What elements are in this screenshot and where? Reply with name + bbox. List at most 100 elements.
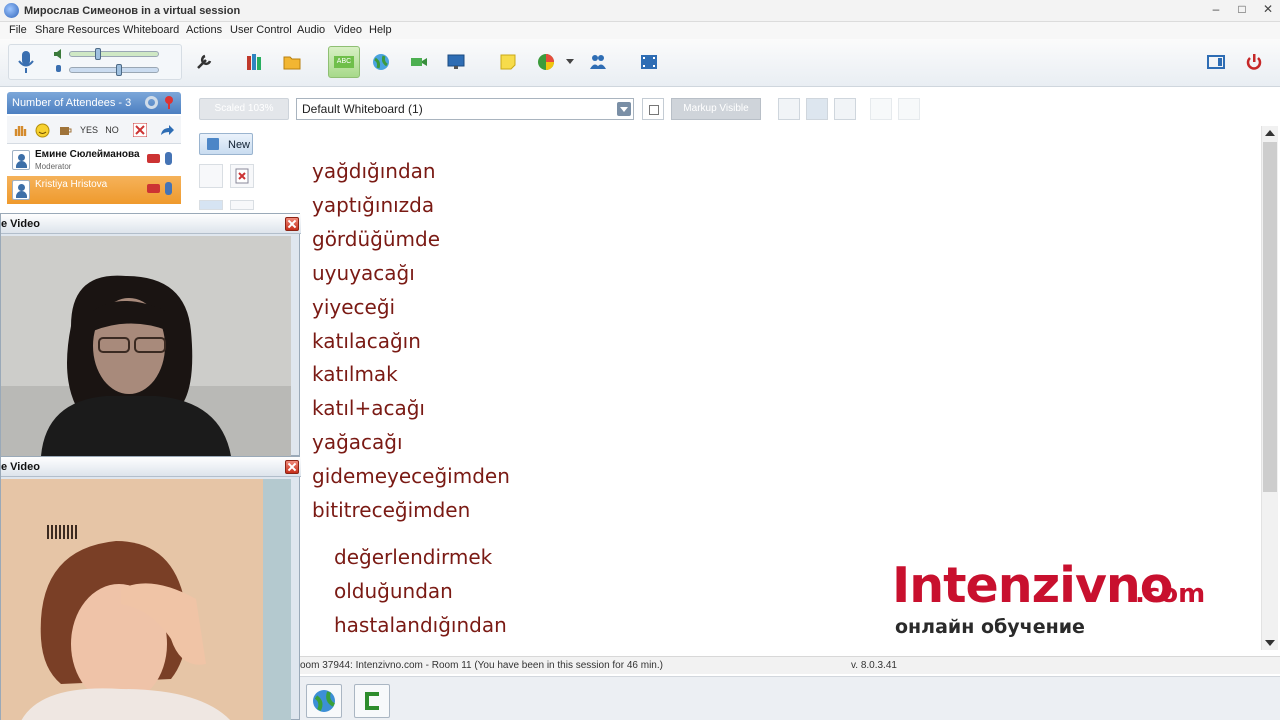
no-button[interactable]: NO <box>103 122 121 138</box>
scroll-thumb[interactable] <box>1263 142 1277 492</box>
smiley-icon[interactable] <box>33 122 51 138</box>
menu-help[interactable]: Help <box>369 24 392 36</box>
whiteboard-text: yağacağı <box>312 430 403 454</box>
fit-page-icon[interactable] <box>834 98 856 120</box>
raise-hand-icon[interactable] <box>11 122 29 138</box>
new-whiteboard-button[interactable]: New <box>199 133 253 155</box>
speaker-volume-knob[interactable] <box>95 48 101 60</box>
layout-button[interactable] <box>1200 46 1232 78</box>
delete-page-icon[interactable] <box>199 164 223 188</box>
chat-task[interactable] <box>354 684 390 718</box>
attendee-row[interactable]: Kristiya Hristova <box>7 176 181 204</box>
whiteboard-text: katılacağın <box>312 329 421 353</box>
whiteboard-scrollbar[interactable] <box>1261 126 1278 650</box>
clear-whiteboard-icon[interactable] <box>230 164 254 188</box>
brand-logo-text: Intenzivno <box>892 557 1173 614</box>
page-view-icon[interactable] <box>778 98 800 120</box>
arrow-forward-icon[interactable] <box>158 122 176 138</box>
session-status: oom 37944: Intenzivno.com - Room 11 (You… <box>300 660 663 671</box>
microphone-icon[interactable] <box>165 152 172 165</box>
menu-actions[interactable]: Actions <box>186 24 222 36</box>
scroll-down-icon[interactable] <box>1265 640 1275 646</box>
notes-button[interactable] <box>492 46 524 78</box>
camera-icon[interactable] <box>147 184 160 193</box>
video-button[interactable] <box>403 46 435 78</box>
microphone-icon[interactable] <box>17 50 35 76</box>
maximize-button[interactable]: □ <box>1229 0 1255 18</box>
video-window-title: e Video <box>1 461 40 473</box>
menu-audio[interactable]: Audio <box>297 24 325 36</box>
attendee-row[interactable]: Емине Сюлейманова Moderator <box>7 146 181 174</box>
brand-tagline: онлайн обучение <box>895 616 1085 638</box>
menu-video[interactable]: Video <box>334 24 362 36</box>
webcam-person-image <box>1 236 291 456</box>
whiteboard-select[interactable]: Default Whiteboard (1) <box>296 98 634 120</box>
menu-file[interactable]: File <box>9 24 27 36</box>
menu-whiteboard[interactable]: Whiteboard <box>123 24 179 36</box>
fit-width-icon[interactable] <box>806 98 828 120</box>
markup-visible-button[interactable]: Markup Visible <box>671 98 761 120</box>
whiteboard-select-value: Default Whiteboard (1) <box>302 102 423 116</box>
video-window: e Video <box>0 213 301 456</box>
folder-icon <box>283 56 301 70</box>
clear-status-icon[interactable] <box>131 122 149 138</box>
markup-checkbox[interactable] <box>642 98 664 120</box>
mic-volume-knob[interactable] <box>116 64 122 76</box>
undo-icon[interactable] <box>870 98 892 120</box>
webcam-feed <box>1 236 291 456</box>
select-tool-icon[interactable] <box>230 200 254 210</box>
whiteboard-text: olduğundan <box>334 579 453 603</box>
whiteboard-text-button[interactable]: ABC <box>328 46 360 78</box>
media-button[interactable] <box>633 46 665 78</box>
attendee-name: Kristiya Hristova <box>35 179 108 190</box>
sticky-note-icon <box>500 54 516 70</box>
pin-icon[interactable] <box>164 95 174 109</box>
close-button[interactable]: ✕ <box>1255 0 1280 18</box>
audio-group <box>8 44 182 80</box>
camera-icon[interactable] <box>147 154 160 163</box>
microphone-icon[interactable] <box>165 182 172 195</box>
breakout-button[interactable] <box>582 46 614 78</box>
video-window-title-bar[interactable]: e Video <box>1 457 301 477</box>
whiteboard-text: katılmak <box>312 362 398 386</box>
window-title: Мирослав Симеонов in a virtual session <box>24 5 241 17</box>
speaker-volume-slider[interactable] <box>69 48 159 60</box>
coffee-icon[interactable] <box>56 122 74 138</box>
minimize-button[interactable]: – <box>1203 0 1229 18</box>
close-icon[interactable] <box>285 217 299 231</box>
menu-user-control[interactable]: User Control <box>230 24 292 36</box>
web-tour-button[interactable] <box>365 46 397 78</box>
mic-volume-slider[interactable] <box>69 64 159 76</box>
redo-icon[interactable] <box>898 98 920 120</box>
library-button[interactable] <box>239 46 271 78</box>
exit-session-button[interactable] <box>1238 46 1270 78</box>
desktop-share-button[interactable] <box>440 46 472 78</box>
poll-button[interactable] <box>530 46 562 78</box>
scroll-up-icon[interactable] <box>1265 130 1275 136</box>
pointer-tool-icon[interactable] <box>199 200 223 210</box>
globe-icon <box>373 54 389 70</box>
version-label: v. 8.0.3.41 <box>851 660 897 671</box>
dropdown-arrow-icon[interactable] <box>617 102 631 116</box>
video-window-title-bar[interactable]: e Video <box>1 214 301 234</box>
web-browser-task[interactable] <box>306 684 342 718</box>
zoom-scaled-button[interactable]: Scaled 103% <box>199 98 289 120</box>
video-camera-icon <box>411 58 427 66</box>
gear-icon[interactable] <box>145 96 158 109</box>
title-bar: Мирослав Симеонов in a virtual session –… <box>0 0 1280 22</box>
close-icon[interactable] <box>285 460 299 474</box>
whiteboard-text: hastalandığından <box>334 613 507 637</box>
tools-button[interactable] <box>188 46 220 78</box>
chevron-down-icon[interactable] <box>566 59 574 65</box>
whiteboard-text: yiyeceği <box>312 295 396 319</box>
yes-button[interactable]: YES <box>79 122 99 138</box>
books-icon <box>247 54 261 70</box>
attendee-count: Number of Attendees - 3 <box>12 97 132 109</box>
attendee-tools: YES NO <box>7 116 181 144</box>
pie-chart-icon <box>538 54 554 70</box>
globe-icon <box>313 690 336 712</box>
whiteboard-text: gördüğümde <box>312 227 441 251</box>
abc-icon: ABC <box>334 56 354 68</box>
menu-share-resources[interactable]: Share Resources <box>35 24 120 36</box>
folder-button[interactable] <box>276 46 308 78</box>
